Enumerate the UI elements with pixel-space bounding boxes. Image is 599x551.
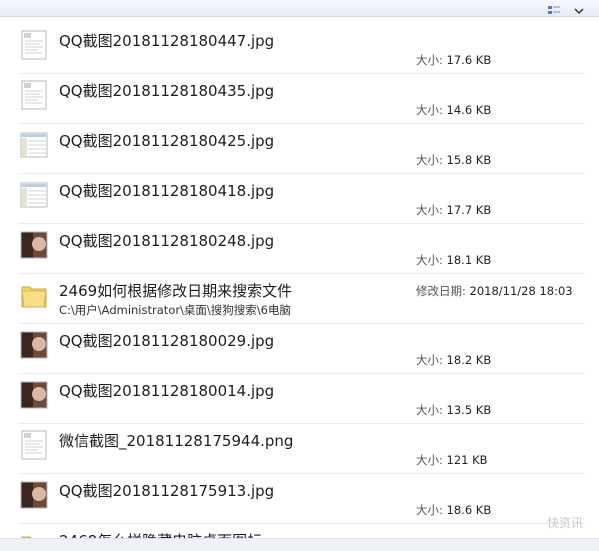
meta-label: 修改日期: xyxy=(416,284,466,298)
item-meta: 大小: 18.6 KB xyxy=(416,502,491,518)
document-thumbnail-icon xyxy=(20,430,48,460)
item-meta: 大小: 13.5 KB xyxy=(416,402,491,418)
result-file-row[interactable]: QQ截图20181128180248.jpg 大小: 18.1 KB xyxy=(18,223,585,274)
meta-label: 大小: xyxy=(416,53,443,67)
item-name[interactable]: QQ截图20181128175913.jpg xyxy=(59,480,274,501)
item-name[interactable]: QQ截图20181128180425.jpg xyxy=(59,130,274,151)
document-thumbnail-icon xyxy=(20,80,48,110)
folder-icon xyxy=(20,280,48,310)
watermark: 快资讯 xyxy=(546,516,583,530)
item-meta: 修改日期: 2018/11/28 18:03 xyxy=(416,283,573,299)
image-thumbnail-icon xyxy=(20,480,48,510)
item-name[interactable]: 微信截图_20181128175944.png xyxy=(59,430,293,451)
item-name[interactable]: QQ截图20181128180014.jpg xyxy=(59,380,274,401)
result-file-row[interactable]: QQ截图20181128175913.jpg 大小: 18.6 KB xyxy=(18,473,585,524)
result-file-row[interactable]: QQ截图20181128180447.jpg 大小: 17.6 KB xyxy=(18,23,585,74)
item-name[interactable]: QQ截图20181128180029.jpg xyxy=(59,330,274,351)
explorer-toolbar xyxy=(0,0,599,17)
image-thumbnail-icon xyxy=(20,230,48,260)
result-file-row[interactable]: QQ截图20181128180418.jpg 大小: 17.7 KB xyxy=(18,173,585,224)
meta-label: 大小: xyxy=(416,103,443,117)
item-name[interactable]: QQ截图20181128180418.jpg xyxy=(59,180,274,201)
item-name[interactable]: QQ截图20181128180447.jpg xyxy=(59,30,274,51)
meta-value: 13.5 KB xyxy=(446,403,492,417)
item-name[interactable]: QQ截图20181128180435.jpg xyxy=(59,80,274,101)
meta-value: 18.1 KB xyxy=(446,253,492,267)
item-meta: 大小: 17.7 KB xyxy=(416,202,491,218)
image-thumbnail-icon xyxy=(20,330,48,360)
image-thumbnail-icon xyxy=(20,380,48,410)
meta-value: 18.6 KB xyxy=(446,503,492,517)
result-file-row[interactable]: QQ截图20181128180425.jpg 大小: 15.8 KB xyxy=(18,123,585,174)
meta-label: 大小: xyxy=(416,403,443,417)
result-file-row[interactable]: QQ截图20181128180029.jpg 大小: 18.2 KB xyxy=(18,323,585,374)
document-thumbnail-icon xyxy=(20,130,48,160)
result-file-row[interactable]: QQ截图20181128180014.jpg 大小: 13.5 KB xyxy=(18,373,585,424)
item-meta: 大小: 18.1 KB xyxy=(416,252,491,268)
item-meta: 大小: 15.8 KB xyxy=(416,152,491,168)
chevron-down-icon[interactable] xyxy=(574,0,586,15)
document-thumbnail-icon xyxy=(20,30,48,60)
details-view-icon[interactable] xyxy=(548,0,560,14)
explorer-window: QQ截图20181128180447.jpg 大小: 17.6 KB QQ截图201… xyxy=(0,0,599,551)
item-meta: 大小: 14.6 KB xyxy=(416,102,491,118)
meta-value: 121 KB xyxy=(446,453,488,467)
meta-value: 14.6 KB xyxy=(446,103,492,117)
meta-value: 17.6 KB xyxy=(446,53,492,67)
meta-label: 大小: xyxy=(416,203,443,217)
status-band xyxy=(0,538,599,551)
meta-label: 大小: xyxy=(416,453,443,467)
meta-label: 大小: xyxy=(416,153,443,167)
meta-value: 2018/11/28 18:03 xyxy=(469,284,573,298)
item-path: C:\用户\Administrator\桌面\搜狗搜索\6电脑 xyxy=(59,303,291,317)
item-name[interactable]: 2469如何根据修改日期来搜索文件 xyxy=(59,280,292,301)
meta-label: 大小: xyxy=(416,253,443,267)
meta-label: 大小: xyxy=(416,353,443,367)
item-name[interactable]: QQ截图20181128180248.jpg xyxy=(59,230,274,251)
result-file-row[interactable]: QQ截图20181128180435.jpg 大小: 14.6 KB xyxy=(18,73,585,124)
meta-label: 大小: xyxy=(416,503,443,517)
item-meta: 大小: 17.6 KB xyxy=(416,52,491,68)
meta-value: 18.2 KB xyxy=(446,353,492,367)
result-file-row[interactable]: 微信截图_20181128175944.png 大小: 121 KB xyxy=(18,423,585,474)
meta-value: 17.7 KB xyxy=(446,203,492,217)
meta-value: 15.8 KB xyxy=(446,153,492,167)
item-meta: 大小: 18.2 KB xyxy=(416,352,491,368)
result-folder-row[interactable]: 2469如何根据修改日期来搜索文件 C:\用户\Administrator\桌面\… xyxy=(18,273,585,324)
document-thumbnail-icon xyxy=(20,180,48,210)
item-meta: 大小: 121 KB xyxy=(416,452,488,468)
